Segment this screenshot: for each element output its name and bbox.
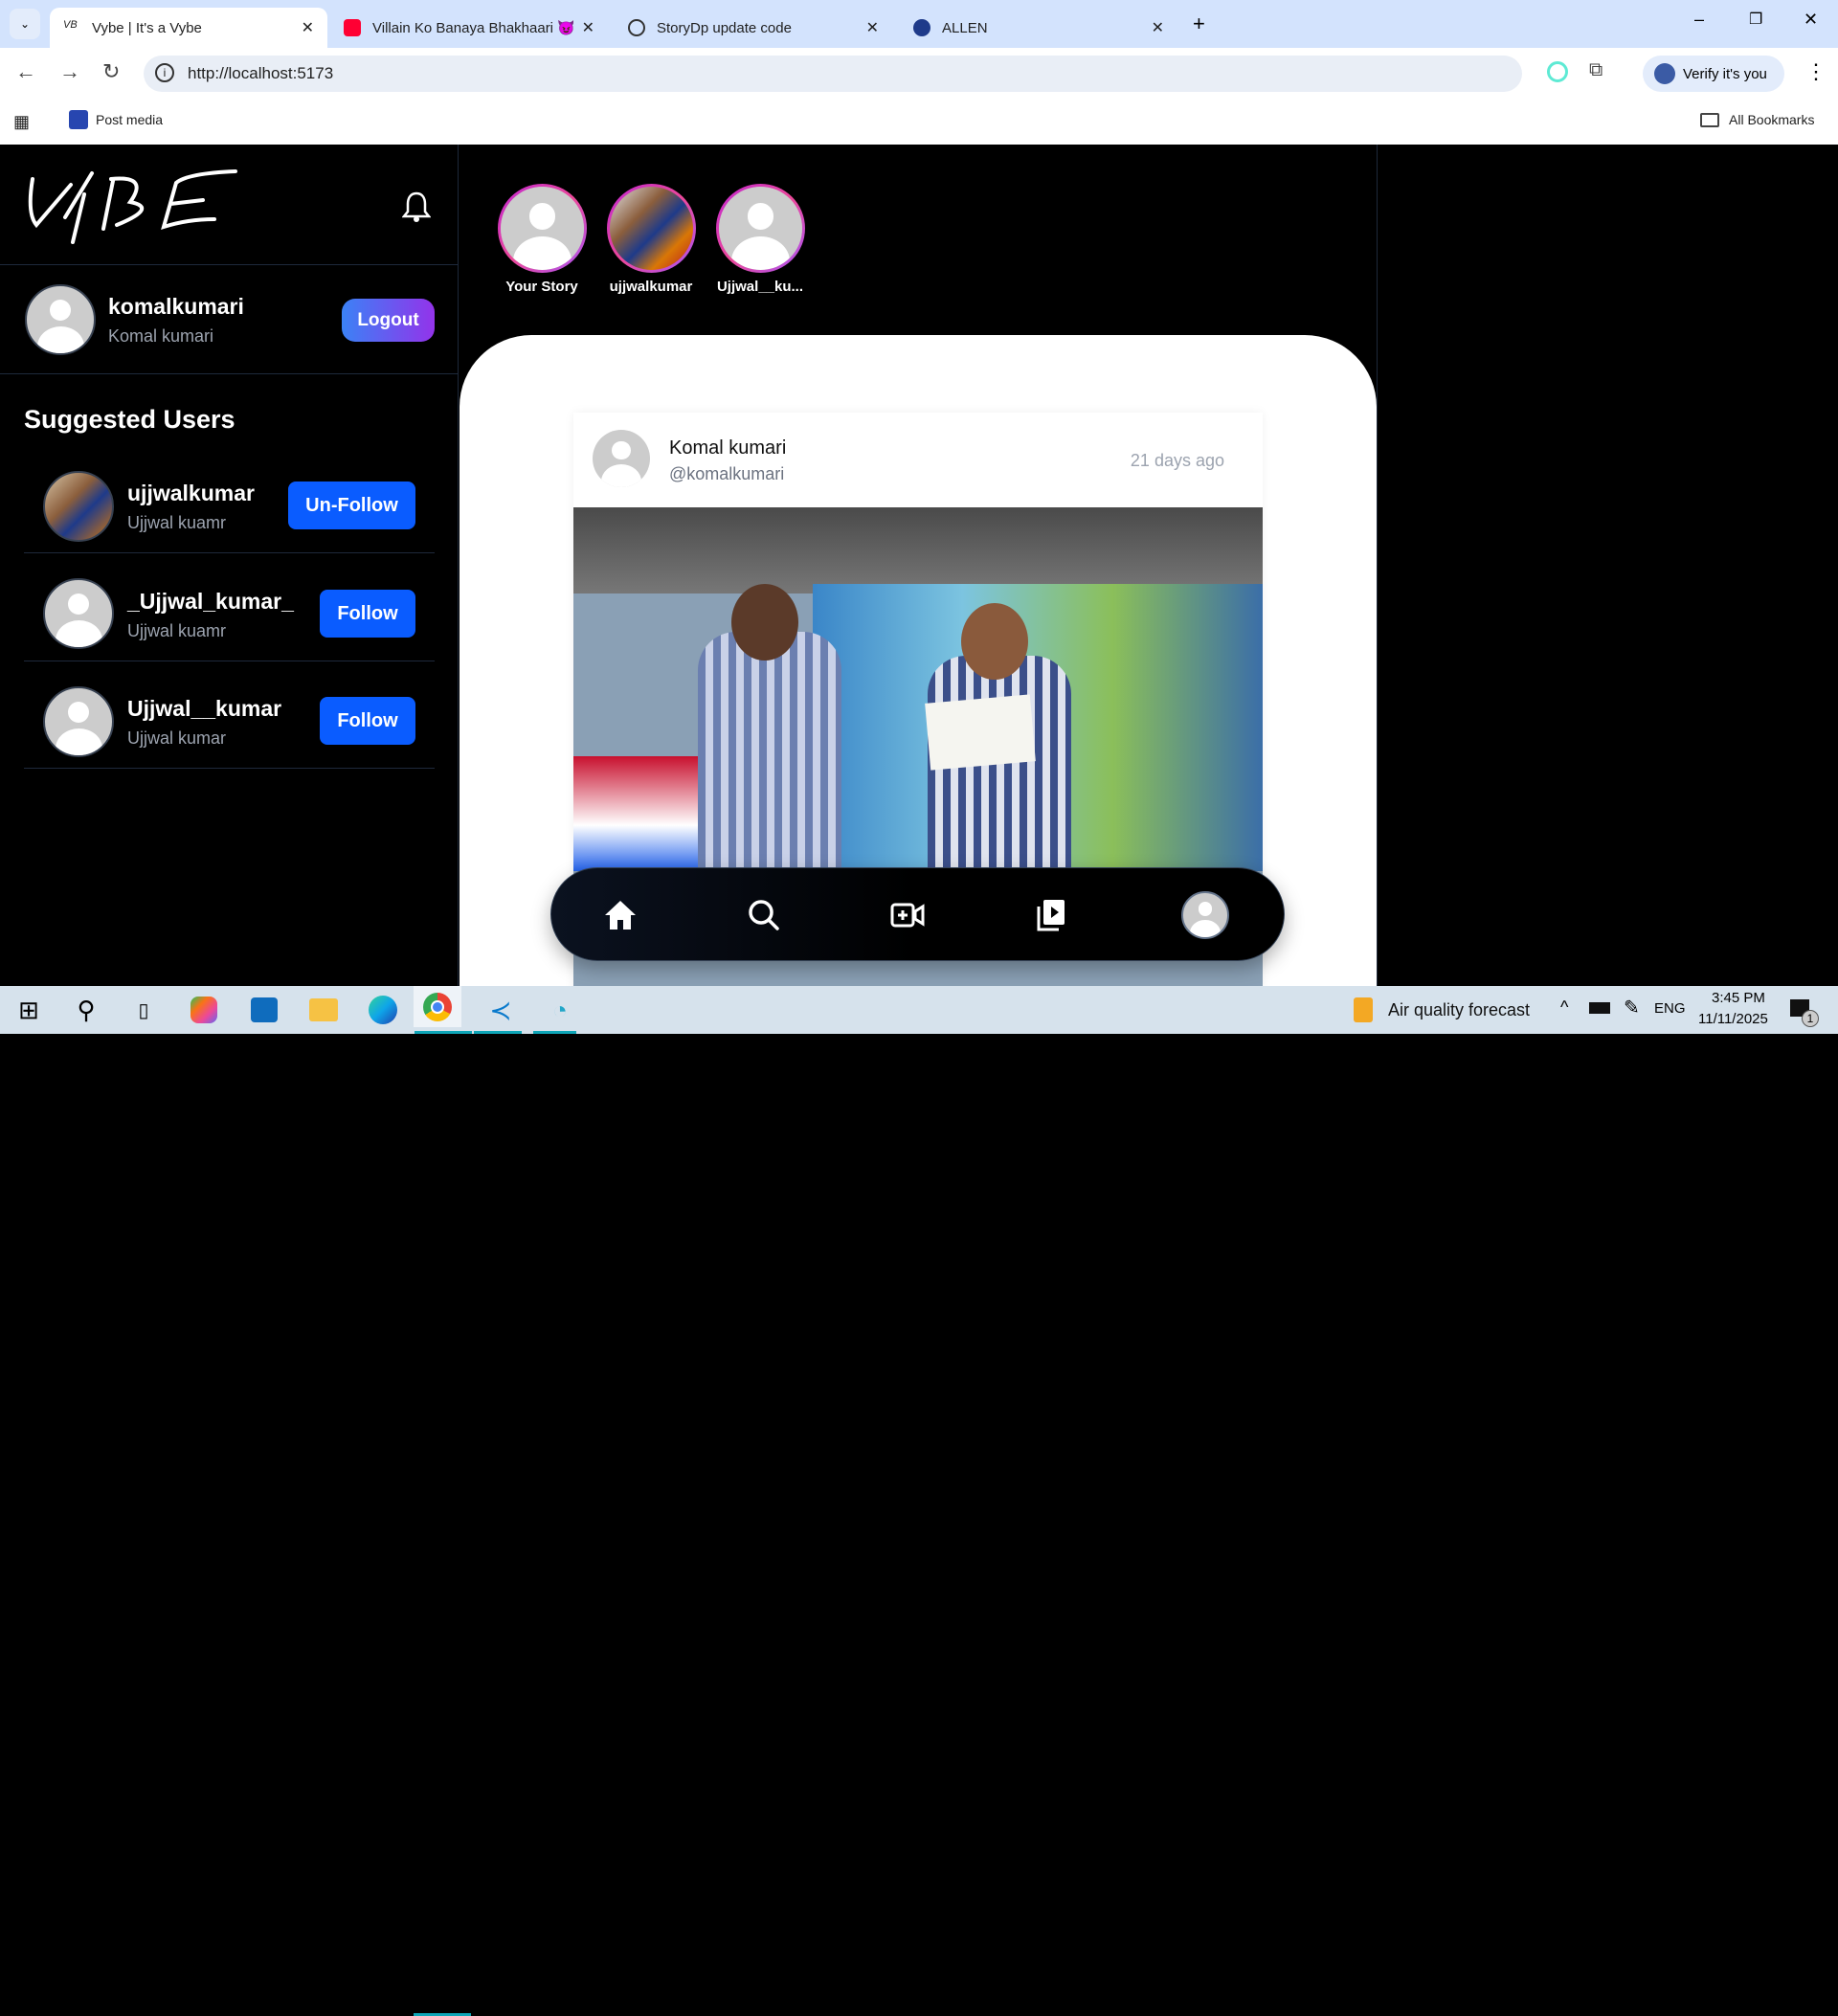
nav-upload[interactable] xyxy=(886,894,929,936)
start-windows-icon[interactable]: ⊞ xyxy=(11,993,46,1027)
story-label: Ujjwal__ku... xyxy=(716,279,804,295)
tab-bar: ⌄ VB Vybe | It's a Vybe ✕ Villain Ko Banay… xyxy=(0,0,1838,48)
allen-icon xyxy=(913,19,930,36)
forward-button[interactable]: → xyxy=(59,59,80,84)
nav-profile-avatar[interactable] xyxy=(1181,891,1229,939)
tab-youtube[interactable]: Villain Ko Banaya Bhakhaari 😈 ✕ xyxy=(330,8,608,48)
nav-search[interactable] xyxy=(743,894,785,936)
tab-search-button[interactable]: ⌄ xyxy=(10,9,40,39)
clock-date[interactable]: 11/11/2025 xyxy=(1698,1011,1768,1027)
edge-icon[interactable] xyxy=(366,993,400,1027)
bottom-nav xyxy=(550,867,1285,961)
task-view-icon[interactable]: ▯ xyxy=(126,993,161,1027)
address-bar[interactable]: i http://localhost:5173 xyxy=(144,56,1522,92)
story-ujjwal-kumar[interactable] xyxy=(716,184,805,273)
suggested-username[interactable]: _Ujjwal_kumar_ xyxy=(127,589,294,615)
pen-icon[interactable]: ✎ xyxy=(1624,996,1640,1019)
restore-button[interactable]: ❐ xyxy=(1749,10,1762,29)
suggested-name: Ujjwal kuamr xyxy=(127,621,227,640)
tab-allen[interactable]: ALLEN ✕ xyxy=(900,8,1177,48)
extension-icon[interactable] xyxy=(1547,61,1568,82)
tray-chevron-icon[interactable]: ^ xyxy=(1560,997,1568,1018)
story-ujjwalkumar[interactable] xyxy=(607,184,696,273)
post-author-name[interactable]: Komal kumari xyxy=(669,437,786,459)
minimize-button[interactable]: – xyxy=(1694,10,1704,30)
sidebar: komalkumari Komal kumari Logout Suggeste… xyxy=(0,145,459,986)
reels-play-icon xyxy=(1037,900,1065,931)
suggested-name: Ujjwal kuamr xyxy=(127,513,227,532)
right-panel xyxy=(1377,145,1838,986)
post-author-handle: @komalkumari xyxy=(669,464,785,483)
suggested-user-avatar[interactable] xyxy=(43,471,114,542)
language-indicator[interactable]: ENG xyxy=(1654,1000,1686,1017)
bookmarks-bar: ▦ Post media All Bookmarks xyxy=(0,99,1838,145)
current-user-avatar[interactable] xyxy=(25,284,96,355)
copilot-icon[interactable] xyxy=(187,993,221,1027)
nav-loops[interactable] xyxy=(1030,894,1072,936)
bookmark-favicon-icon xyxy=(69,110,88,129)
unfollow-button[interactable]: Un-Follow xyxy=(288,482,415,529)
search-icon[interactable]: ⚲ xyxy=(69,993,103,1027)
current-username: komalkumari xyxy=(108,294,244,319)
search-icon xyxy=(749,900,779,930)
post-time: 21 days ago xyxy=(1130,451,1224,470)
close-tab-icon[interactable]: ✕ xyxy=(1152,18,1164,37)
outlook-icon[interactable] xyxy=(247,993,281,1027)
reload-button[interactable]: ↻ xyxy=(102,59,120,84)
profile-icon xyxy=(1654,63,1675,84)
suggested-name: Ujjwal kumar xyxy=(127,728,227,748)
site-info-icon[interactable]: i xyxy=(155,63,174,82)
suggested-username[interactable]: Ujjwal__kumar xyxy=(127,696,281,722)
folder-icon xyxy=(1700,112,1719,127)
post-author-avatar[interactable] xyxy=(593,430,650,487)
verify-profile-button[interactable]: Verify it's you xyxy=(1643,56,1784,92)
battery-icon[interactable] xyxy=(1589,1002,1610,1014)
chrome-icon[interactable] xyxy=(414,986,461,1027)
taskbar: ⊞ ⚲ ▯ ≺ ◔ Air quality forecast ^ ✎ ENG 3… xyxy=(0,986,1838,2016)
youtube-icon xyxy=(344,19,361,36)
add-video-icon xyxy=(890,903,925,928)
back-button[interactable]: ← xyxy=(15,59,36,84)
vybe-logo xyxy=(28,169,237,244)
current-user-name: Komal kumari xyxy=(108,326,214,346)
weather-widget[interactable]: Air quality forecast xyxy=(1354,997,1530,1022)
logout-button[interactable]: Logout xyxy=(342,299,435,342)
openai-icon xyxy=(628,19,645,36)
air-quality-icon xyxy=(1354,997,1373,1022)
story-label: ujjwalkumar xyxy=(609,279,693,295)
app-wave-icon[interactable]: ◔ xyxy=(543,993,577,1027)
menu-kebab-icon[interactable]: ⋮ xyxy=(1805,59,1827,84)
file-explorer-icon[interactable] xyxy=(306,993,341,1027)
follow-button[interactable]: Follow xyxy=(320,697,415,745)
bookmark-post-media[interactable]: Post media xyxy=(69,110,163,129)
tab-vybe[interactable]: VB Vybe | It's a Vybe ✕ xyxy=(50,8,327,48)
vybe-favicon-icon: VB xyxy=(63,19,78,31)
close-tab-icon[interactable]: ✕ xyxy=(302,18,314,37)
apps-grid-icon[interactable]: ▦ xyxy=(13,112,30,132)
notification-count: 1 xyxy=(1802,1010,1819,1027)
close-window-button[interactable]: ✕ xyxy=(1804,10,1818,30)
suggested-users-heading: Suggested Users xyxy=(24,405,235,434)
nav-home[interactable] xyxy=(599,894,641,936)
tab-chatgpt[interactable]: StoryDp update code ✕ xyxy=(615,8,892,48)
suggested-user-avatar[interactable] xyxy=(43,686,114,757)
notification-bell-icon[interactable] xyxy=(402,190,431,223)
follow-button[interactable]: Follow xyxy=(320,590,415,638)
close-tab-icon[interactable]: ✕ xyxy=(866,18,879,37)
home-icon xyxy=(605,901,636,930)
story-your-story[interactable] xyxy=(498,184,587,273)
vscode-icon[interactable]: ≺ xyxy=(483,993,518,1027)
story-label: Your Story xyxy=(505,279,578,295)
suggested-username[interactable]: ujjwalkumar xyxy=(127,481,255,506)
clock-time[interactable]: 3:45 PM xyxy=(1712,990,1765,1006)
extensions-puzzle-icon[interactable]: ⧉ xyxy=(1589,59,1603,81)
close-tab-icon[interactable]: ✕ xyxy=(582,18,594,37)
suggested-user-avatar[interactable] xyxy=(43,578,114,649)
new-tab-button[interactable]: + xyxy=(1193,11,1205,36)
all-bookmarks[interactable]: All Bookmarks xyxy=(1700,112,1814,127)
